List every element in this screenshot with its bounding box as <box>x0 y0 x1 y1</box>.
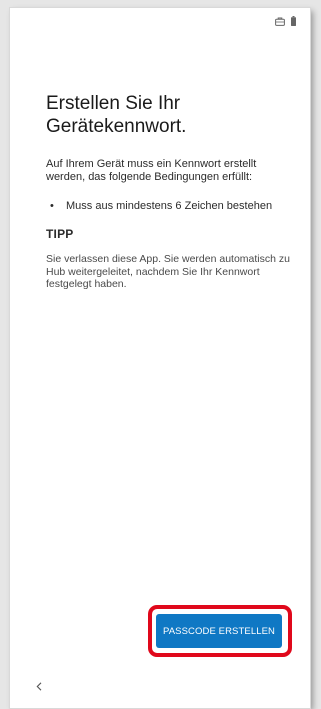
requirement-item: • Muss aus mindestens 6 Zeichen bestehen <box>46 200 296 213</box>
page-title: Erstellen Sie Ihr Gerätekennwort. <box>46 93 187 137</box>
tip-text: Sie verlassen diese App. Sie werden auto… <box>46 253 290 290</box>
status-icons <box>275 16 296 26</box>
device-screen: Erstellen Sie Ihr Gerätekennwort. Auf Ih… <box>10 8 310 708</box>
briefcase-icon <box>275 17 285 26</box>
navigation-bar <box>10 678 310 708</box>
chevron-left-icon[interactable] <box>36 678 42 696</box>
battery-icon <box>291 16 296 26</box>
status-bar <box>10 8 310 38</box>
requirement-text: Muss aus mindestens 6 Zeichen bestehen <box>66 200 273 212</box>
create-passcode-button[interactable]: PASSCODE ERSTELLEN <box>156 614 282 648</box>
requirements-list: • Muss aus mindestens 6 Zeichen bestehen <box>46 200 296 213</box>
content: Erstellen Sie Ihr Gerätekennwort. Auf Ih… <box>46 92 296 291</box>
bullet: • <box>50 200 54 212</box>
intro-text: Auf Ihrem Gerät muss ein Kennwort erstel… <box>46 158 257 183</box>
tip-heading: TIPP <box>46 227 74 241</box>
